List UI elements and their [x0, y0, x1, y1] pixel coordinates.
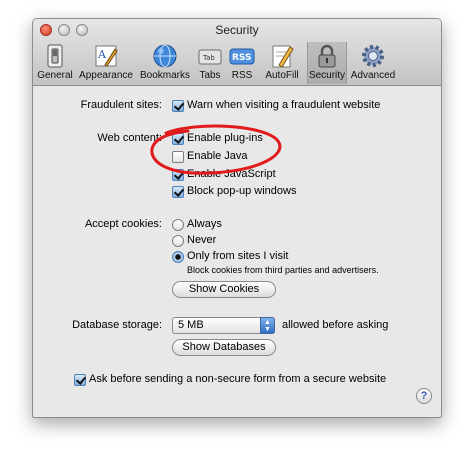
- cookies-only-visited-label[interactable]: Only from sites I visit: [187, 250, 288, 262]
- fraudulent-sites-label: Fraudulent sites:: [80, 99, 162, 111]
- svg-text:Tab: Tab: [202, 54, 215, 62]
- toolbar-tabs[interactable]: Tab Tabs: [195, 42, 225, 84]
- ask-non-secure-form-label[interactable]: Ask before sending a non-secure form fro…: [89, 373, 386, 385]
- toolbar-appearance[interactable]: A Appearance: [77, 42, 135, 84]
- svg-text:RSS: RSS: [232, 53, 252, 63]
- show-databases-button[interactable]: Show Databases: [172, 339, 276, 356]
- autofill-pencil-icon: [272, 45, 294, 68]
- tabs-icon: Tab: [198, 49, 222, 65]
- show-cookies-button[interactable]: Show Cookies: [172, 281, 276, 298]
- cookies-only-visited-radio[interactable]: [172, 251, 184, 263]
- advanced-gear-icon: [362, 45, 384, 67]
- svg-text:A: A: [97, 48, 107, 61]
- annotation-circle: [150, 124, 282, 175]
- cookies-always-label[interactable]: Always: [187, 218, 222, 230]
- ask-non-secure-form-checkbox[interactable]: [74, 374, 86, 386]
- warn-fraudulent-label[interactable]: Warn when visiting a fraudulent website: [187, 99, 380, 111]
- database-storage-value: 5 MB: [178, 319, 204, 331]
- warn-fraudulent-checkbox[interactable]: [172, 100, 184, 112]
- web-content-label: Web content:: [97, 132, 162, 144]
- database-storage-select[interactable]: 5 MB ▲ ▼: [172, 317, 275, 334]
- general-switch-icon: [47, 44, 63, 68]
- block-popups-label[interactable]: Block pop-up windows: [187, 185, 296, 197]
- help-button[interactable]: ?: [416, 388, 432, 404]
- accept-cookies-label: Accept cookies:: [84, 218, 162, 230]
- database-storage-suffix: allowed before asking: [282, 319, 389, 331]
- bookmarks-globe-icon: [153, 44, 177, 68]
- security-lock-icon: [318, 44, 336, 68]
- cookies-never-label[interactable]: Never: [187, 234, 216, 246]
- toolbar-advanced[interactable]: Advanced: [348, 42, 398, 84]
- toolbar: Security General A Appearance Bookmarks …: [33, 19, 441, 86]
- toolbar-autofill[interactable]: AutoFill: [259, 42, 305, 84]
- cookies-always-radio[interactable]: [172, 219, 184, 231]
- toolbar-rss[interactable]: RSS RSS: [227, 42, 257, 84]
- toolbar-general[interactable]: General: [35, 42, 75, 84]
- block-popups-checkbox[interactable]: [172, 186, 184, 198]
- rss-icon: RSS: [229, 48, 255, 65]
- select-arrows-icon: ▲ ▼: [260, 317, 275, 334]
- preferences-window: Security General A Appearance Bookmarks …: [32, 18, 442, 418]
- cookies-hint: Block cookies from third parties and adv…: [187, 265, 379, 275]
- toolbar-bookmarks[interactable]: Bookmarks: [137, 42, 193, 84]
- window-title: Security: [215, 23, 259, 37]
- toolbar-security[interactable]: Security: [307, 42, 347, 84]
- database-storage-label: Database storage:: [72, 319, 162, 331]
- cookies-never-radio[interactable]: [172, 235, 184, 247]
- appearance-pen-icon: A: [95, 45, 118, 67]
